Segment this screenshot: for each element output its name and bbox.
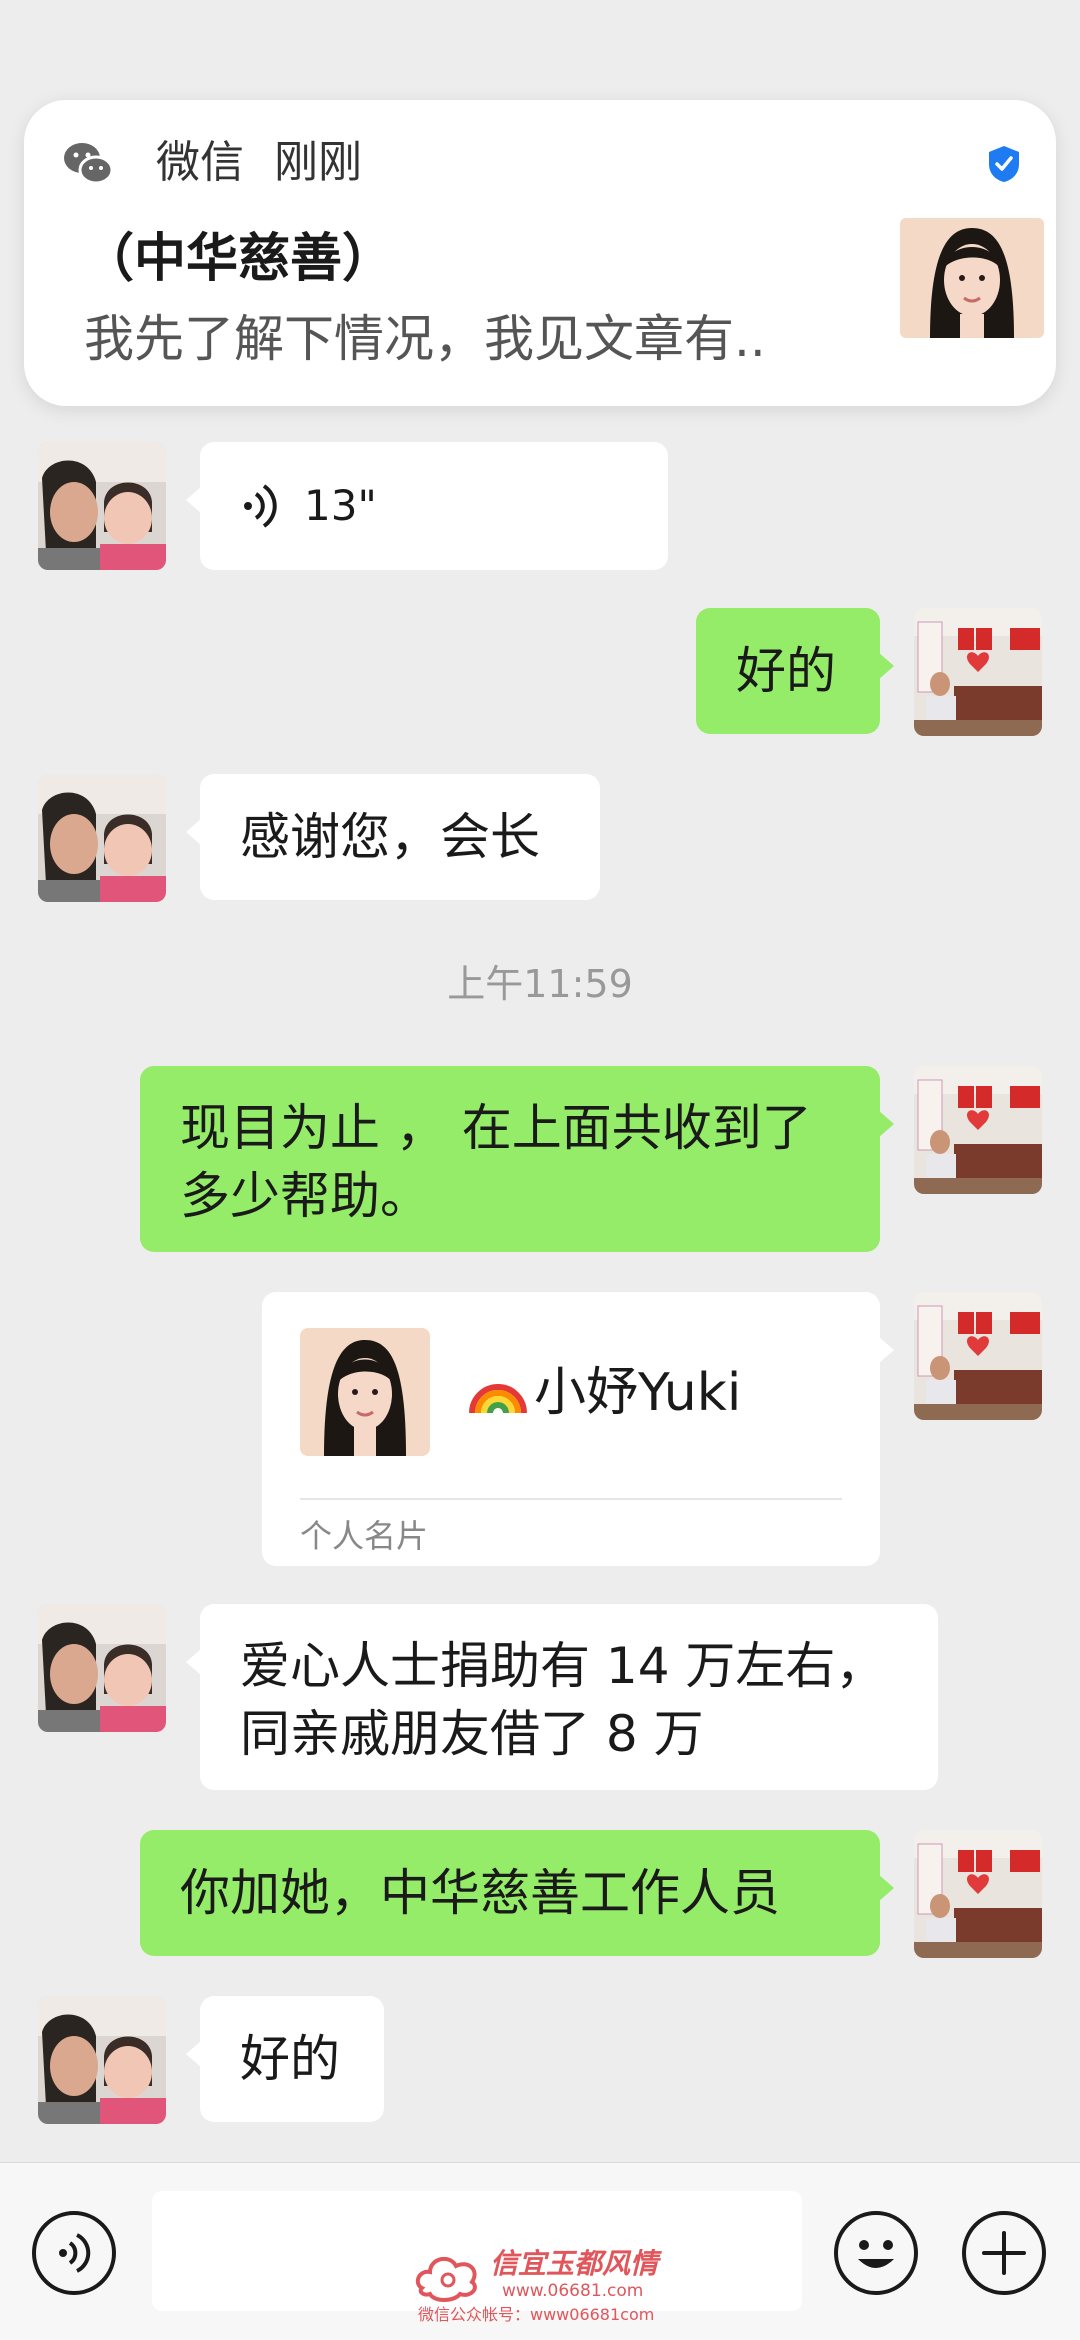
card-type-label: 个人名片: [300, 1517, 429, 1555]
received-message-bubble[interactable]: 感谢您，会长: [186, 774, 600, 900]
sent-message-bubble[interactable]: 你加她，中华慈善工作人员: [140, 1830, 894, 1956]
my-avatar[interactable]: [914, 608, 1042, 736]
card-contact-avatar: [300, 1328, 430, 1456]
message-text-line: 爱心人士捐助有 14 万左右，: [240, 1637, 886, 1695]
voice-mode-button[interactable]: [32, 2211, 116, 2295]
voice-duration: 13": [304, 481, 377, 530]
my-avatar[interactable]: [914, 1830, 1042, 1958]
sent-message-bubble[interactable]: 好的: [696, 608, 894, 734]
contact-avatar[interactable]: [38, 774, 166, 902]
message-text-line: 多少帮助。: [180, 1167, 430, 1225]
cloud-logo-icon: [415, 2256, 477, 2302]
received-message-bubble[interactable]: 爱心人士捐助有 14 万左右， 同亲戚朋友借了 8 万: [186, 1604, 938, 1790]
notification-body: 我先了解下情况，我见文章有..: [84, 310, 766, 368]
notification-time: 刚刚: [274, 137, 362, 188]
notification-title: （中华慈善）: [82, 229, 395, 289]
message-text: 你加她，中华慈善工作人员: [180, 1864, 780, 1922]
voice-message-bubble[interactable]: 13": [186, 442, 668, 570]
message-text: 好的: [736, 642, 836, 700]
received-message-bubble[interactable]: 好的: [186, 1996, 384, 2122]
wechat-notification-banner[interactable]: 微信 刚刚 （中华慈善） 我先了解下情况，我见文章有..: [24, 100, 1056, 406]
watermark-account: 微信公众帐号：www06681com: [418, 2305, 655, 2324]
notification-sender-avatar: [900, 218, 1044, 338]
message-text: 感谢您，会长: [240, 808, 540, 866]
site-watermark: 信宜玉都风情 www.06681.com 微信公众帐号：www06681com: [414, 2246, 664, 2326]
contact-avatar[interactable]: [38, 1604, 166, 1732]
card-divider: [300, 1498, 842, 1500]
watermark-title: 信宜玉都风情: [490, 2247, 659, 2280]
verified-shield-icon: [989, 146, 1019, 182]
emoji-button[interactable]: [834, 2211, 918, 2295]
sent-message-bubble[interactable]: 现目为止 ， 在上面共收到了 多少帮助。: [140, 1066, 894, 1252]
rainbow-emoji-icon: [469, 1384, 527, 1414]
my-avatar[interactable]: [914, 1292, 1042, 1420]
contact-avatar[interactable]: [38, 442, 166, 570]
message-text-line: 同亲戚朋友借了 8 万: [240, 1705, 704, 1763]
notification-app-name: 微信: [156, 137, 244, 188]
more-functions-button[interactable]: [962, 2211, 1046, 2295]
message-text-line: 现目为止 ， 在上面共收到了: [180, 1099, 812, 1157]
contact-avatar[interactable]: [38, 1996, 166, 2124]
contact-card-message[interactable]: 小妤Yuki 个人名片: [262, 1292, 894, 1566]
watermark-url: www.06681.com: [502, 2281, 644, 2301]
card-contact-name-row: 小妤Yuki: [468, 1358, 741, 1428]
card-contact-name: 小妤Yuki: [534, 1363, 742, 1423]
voice-mode-icon: [59, 2233, 91, 2273]
wechat-icon: [64, 143, 114, 185]
emoji-icon: [858, 2240, 894, 2268]
message-text: 好的: [240, 2030, 340, 2088]
plus-icon: [982, 2231, 1026, 2275]
voice-wave-icon: [244, 484, 277, 528]
chat-timestamp: 上午11:59: [447, 962, 633, 1006]
my-avatar[interactable]: [914, 1066, 1042, 1194]
